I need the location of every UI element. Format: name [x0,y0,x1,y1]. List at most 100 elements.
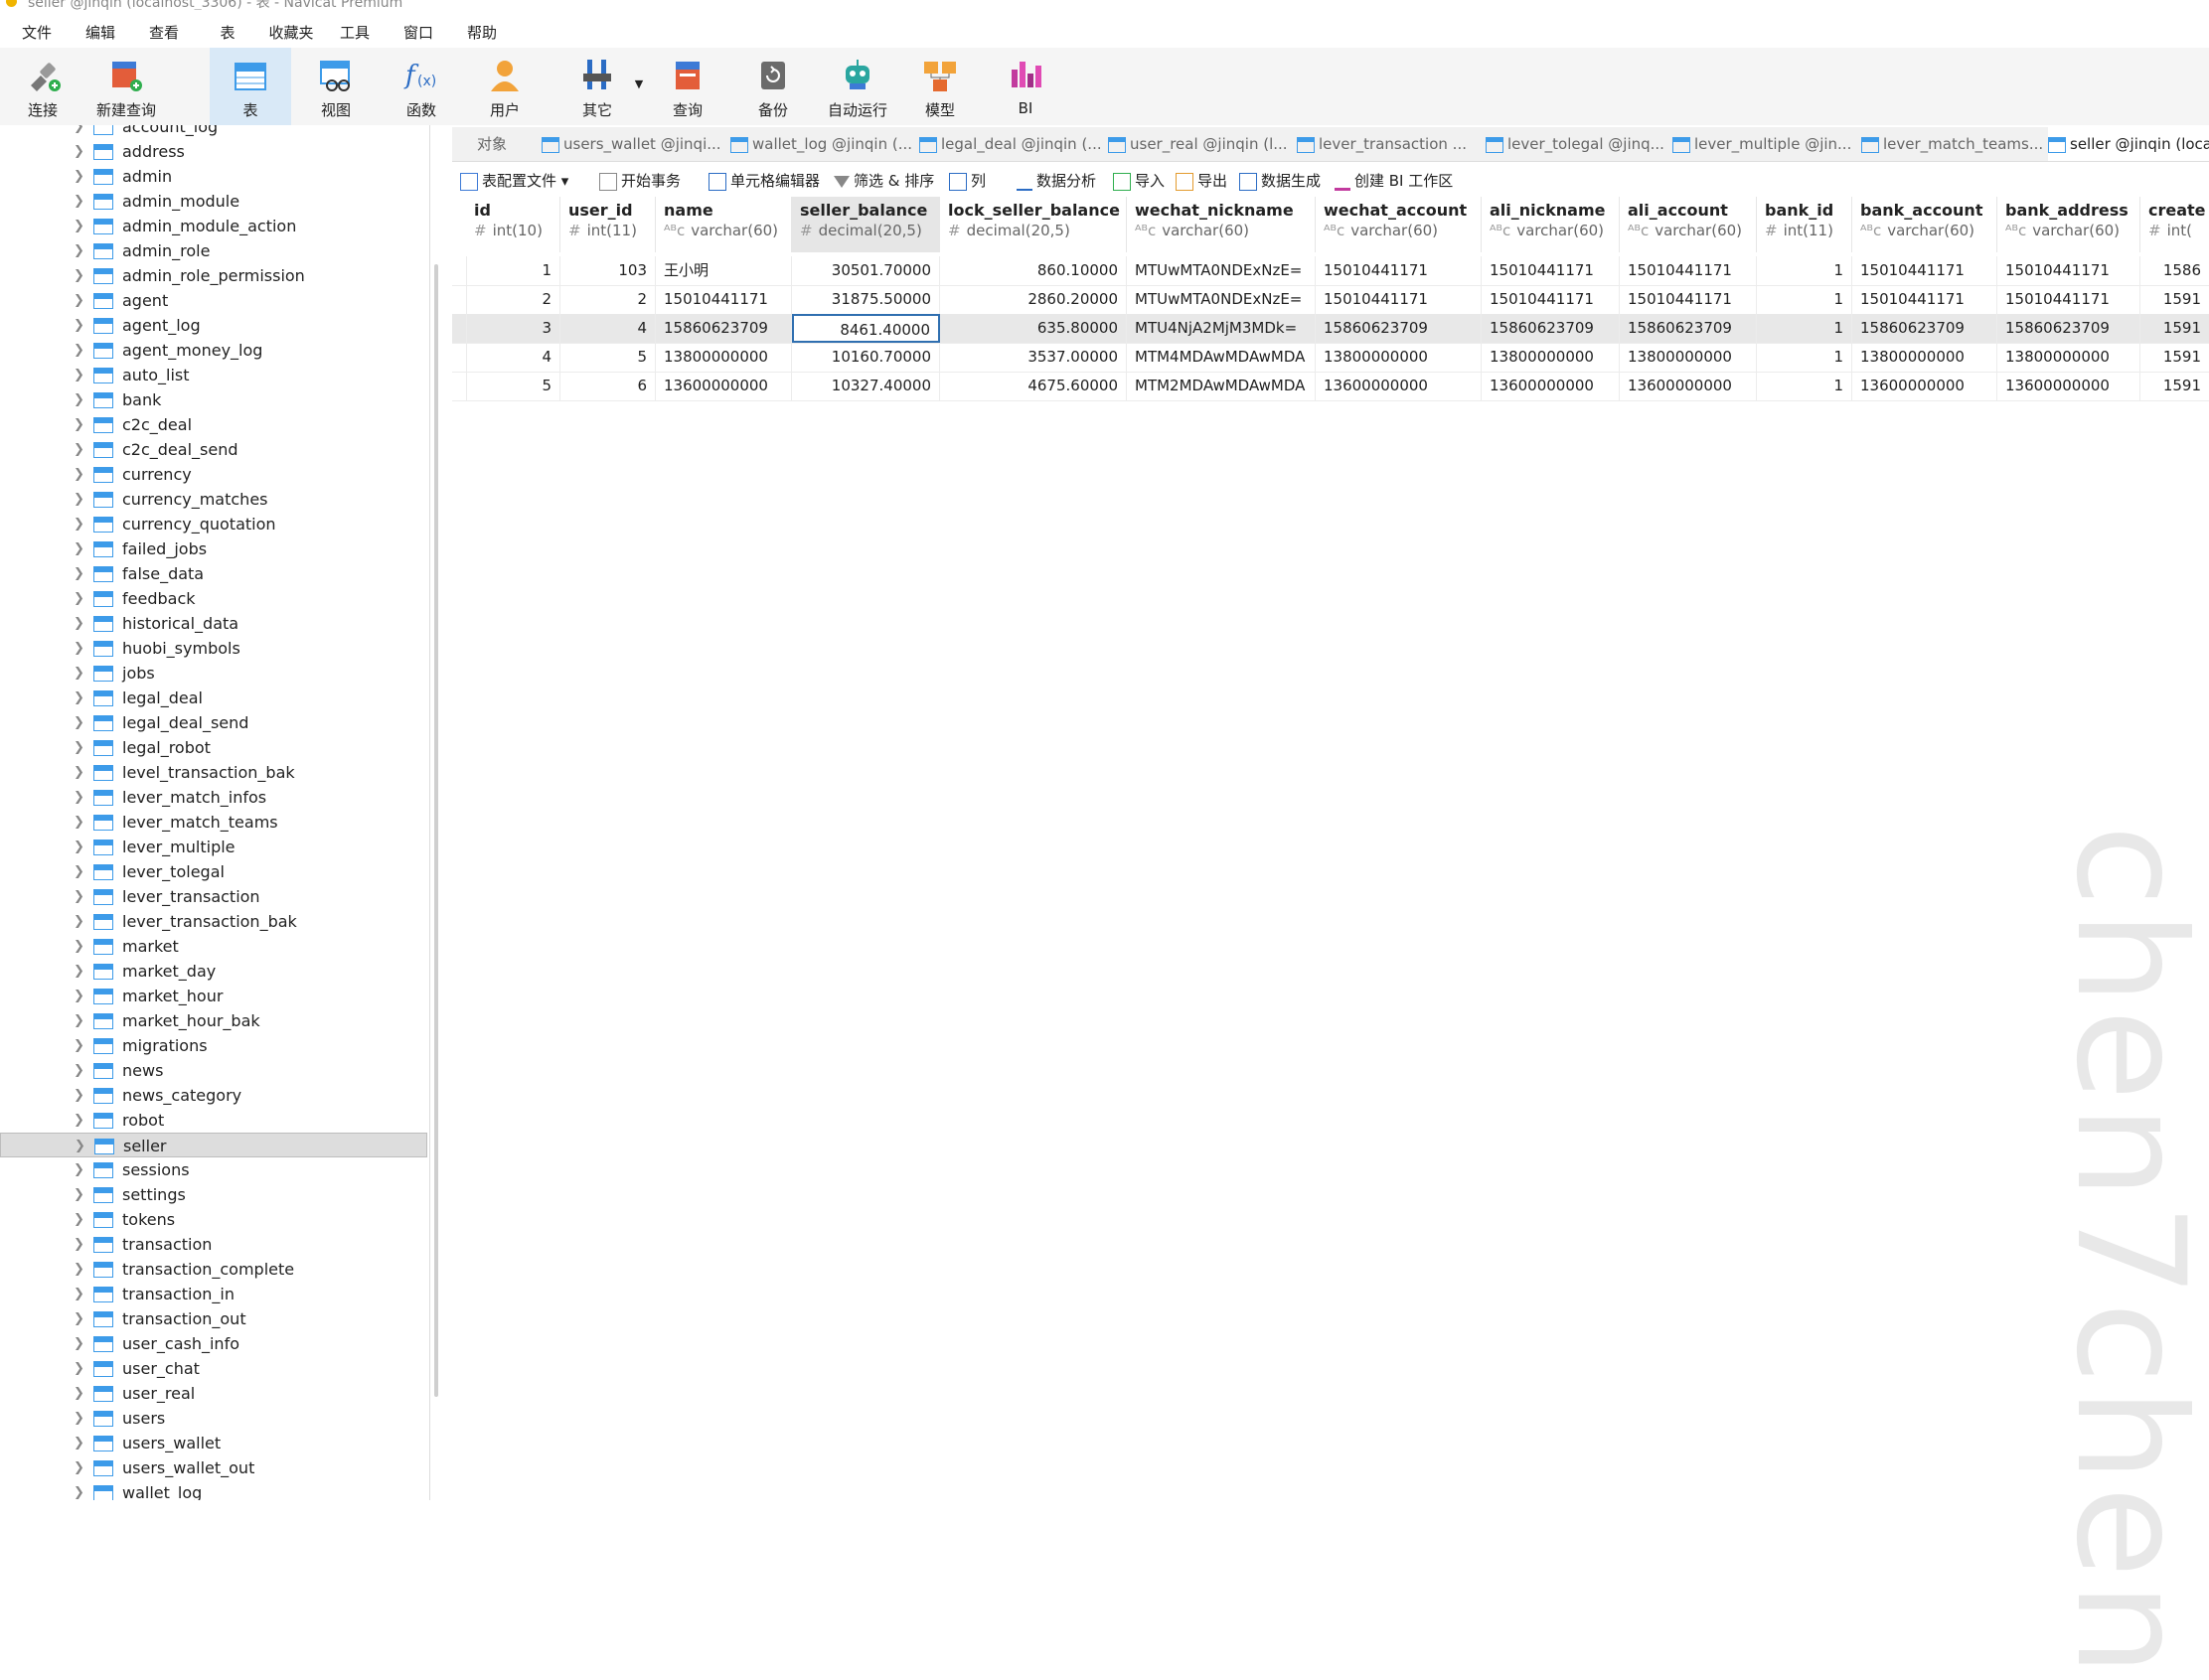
bi-button[interactable]: BI [985,48,1066,125]
sidebar-item-historical-data[interactable]: ❯ historical_data [0,611,427,636]
sidebar-item-bank[interactable]: ❯ bank [0,387,427,412]
sidebar-item-tokens[interactable]: ❯ tokens [0,1207,427,1232]
model-button[interactable]: 模型 [899,48,981,125]
table-cell[interactable]: 1591 [2140,285,2209,314]
sidebar-item-transaction-out[interactable]: ❯ transaction_out [0,1306,427,1331]
row-marker[interactable] [452,256,467,285]
chevron-right-icon[interactable]: ❯ [74,1381,84,1406]
chevron-right-icon[interactable]: ❯ [74,125,84,139]
chevron-right-icon[interactable]: ❯ [74,1480,84,1500]
table-cell[interactable]: 3 [466,314,560,343]
table-cell[interactable]: 4 [466,343,560,372]
table-button[interactable]: 表 [210,48,291,125]
column-header-seller-balance[interactable]: seller_balance # decimal(20,5) [792,197,940,252]
sidebar-item-market-hour[interactable]: ❯ market_hour [0,984,427,1008]
filter-sort-button[interactable]: 筛选 & 排序 [834,169,934,193]
table-cell[interactable]: 8461.40000 [792,314,940,343]
sidebar-item-sessions[interactable]: ❯ sessions [0,1157,427,1182]
tab-objects[interactable]: 对象 [452,127,532,161]
sidebar-item-market-hour-bak[interactable]: ❯ market_hour_bak [0,1008,427,1033]
sidebar-item-settings[interactable]: ❯ settings [0,1182,427,1207]
table-cell[interactable]: 635.80000 [940,314,1127,343]
tab-user-real[interactable]: user_real @jinqin (l... [1108,127,1295,161]
chevron-right-icon[interactable]: ❯ [74,686,84,710]
column-header-name[interactable]: name ᴬᴮc varchar(60) [656,197,792,252]
table-cell[interactable]: 13600000000 [1620,372,1757,400]
table-cell[interactable]: 1591 [2140,314,2209,343]
sidebar-item-currency[interactable]: ❯ currency [0,462,427,487]
export-button[interactable]: 导出 [1176,169,1227,193]
table-cell[interactable]: 103 [560,256,656,285]
table-cell[interactable]: 1 [1757,343,1852,372]
sidebar-item-legal-robot[interactable]: ❯ legal_robot [0,735,427,760]
sidebar-item-news-category[interactable]: ❯ news_category [0,1083,427,1108]
column-header-bank-address[interactable]: bank_address ᴬᴮc varchar(60) [1997,197,2140,252]
sidebar-item-agent[interactable]: ❯ agent [0,288,427,313]
sidebar-item-users-wallet-out[interactable]: ❯ users_wallet_out [0,1455,427,1480]
cell-editor-button[interactable]: 单元格编辑器 [709,169,820,193]
chevron-right-icon[interactable]: ❯ [74,139,84,164]
table-cell[interactable]: MTU4NjA2MjM3MDk= [1127,314,1316,343]
chevron-right-icon[interactable]: ❯ [74,1108,84,1133]
table-cell[interactable]: 15010441171 [1482,285,1620,314]
sidebar-item-failed-jobs[interactable]: ❯ failed_jobs [0,536,427,561]
columns-button[interactable]: 列 [949,169,986,193]
table-cell[interactable]: 31875.50000 [792,285,940,314]
table-cell[interactable]: 5 [560,343,656,372]
chevron-right-icon[interactable]: ❯ [74,636,84,661]
table-row[interactable]: 1 103 王小明 30501.70000 860.10000 MTUwMTA0NDExN… [452,256,2209,286]
chevron-right-icon[interactable]: ❯ [74,363,84,387]
sidebar-item-user-cash-info[interactable]: ❯ user_cash_info [0,1331,427,1356]
sidebar-item-admin-role[interactable]: ❯ admin_role [0,238,427,263]
chevron-right-icon[interactable]: ❯ [74,1058,84,1083]
menu-window[interactable]: 窗口 [392,18,445,46]
backup-button[interactable]: 备份 [732,48,814,125]
menu-favorites[interactable]: 收藏夹 [264,18,318,46]
table-cell[interactable]: 2860.20000 [940,285,1127,314]
chevron-right-icon[interactable]: ❯ [74,710,84,735]
sidebar-item-robot[interactable]: ❯ robot [0,1108,427,1133]
sidebar-item-legal-deal[interactable]: ❯ legal_deal [0,686,427,710]
table-cell[interactable]: 13800000000 [1316,343,1482,372]
table-cell[interactable]: 1 [466,256,560,285]
column-header-create[interactable]: create # int( [2140,197,2209,252]
chevron-right-icon[interactable]: ❯ [74,1232,84,1257]
sidebar-item-market[interactable]: ❯ market [0,934,427,959]
column-header-bank-account[interactable]: bank_account ᴬᴮc varchar(60) [1852,197,1997,252]
table-cell[interactable]: 15860623709 [1997,314,2140,343]
sidebar-item-c2c-deal-send[interactable]: ❯ c2c_deal_send [0,437,427,462]
object-tree-sidebar[interactable]: ❯ account_log ❯ address ❯ admin ❯ admin_module ❯… [0,125,430,1500]
row-marker[interactable] [452,285,467,314]
chevron-right-icon[interactable]: ❯ [74,487,84,512]
column-header-ali-nickname[interactable]: ali_nickname ᴬᴮc varchar(60) [1482,197,1620,252]
table-cell[interactable]: 13800000000 [656,343,792,372]
sidebar-item-agent-log[interactable]: ❯ agent_log [0,313,427,338]
chevron-right-icon[interactable]: ❯ [74,934,84,959]
menu-file[interactable]: 文件 [10,18,64,46]
column-header-ali-account[interactable]: ali_account ᴬᴮc varchar(60) [1620,197,1757,252]
table-cell[interactable]: 5 [466,372,560,400]
table-cell[interactable]: MTM4MDAwMDAwMDA [1127,343,1316,372]
sidebar-item-transaction[interactable]: ❯ transaction [0,1232,427,1257]
sidebar-item-lever-multiple[interactable]: ❯ lever_multiple [0,835,427,859]
table-cell[interactable]: 15010441171 [1997,285,2140,314]
table-cell[interactable]: 15860623709 [1852,314,1997,343]
chevron-right-icon[interactable]: ❯ [74,760,84,785]
table-cell[interactable]: 15010441171 [1316,256,1482,285]
table-cell[interactable]: 30501.70000 [792,256,940,285]
chevron-right-icon[interactable]: ❯ [74,387,84,412]
sidebar-item-admin-role-permission[interactable]: ❯ admin_role_permission [0,263,427,288]
table-cell[interactable]: MTUwMTA0NDExNzE= [1127,256,1316,285]
sidebar-item-currency-matches[interactable]: ❯ currency_matches [0,487,427,512]
column-header-wechat-nickname[interactable]: wechat_nickname ᴬᴮc varchar(60) [1127,197,1316,252]
column-header-lock-seller-balance[interactable]: lock_seller_balance # decimal(20,5) [940,197,1127,252]
chevron-right-icon[interactable]: ❯ [74,909,84,934]
user-button[interactable]: 用户 [464,48,546,125]
chevron-right-icon[interactable]: ❯ [74,437,84,462]
chevron-right-icon[interactable]: ❯ [74,1455,84,1480]
data-analysis-button[interactable]: 数据分析 [1017,169,1096,193]
table-cell[interactable]: MTM2MDAwMDAwMDA [1127,372,1316,400]
menu-tools[interactable]: 工具 [328,18,382,46]
chevron-right-icon[interactable]: ❯ [74,1157,84,1182]
sidebar-item-huobi-symbols[interactable]: ❯ huobi_symbols [0,636,427,661]
